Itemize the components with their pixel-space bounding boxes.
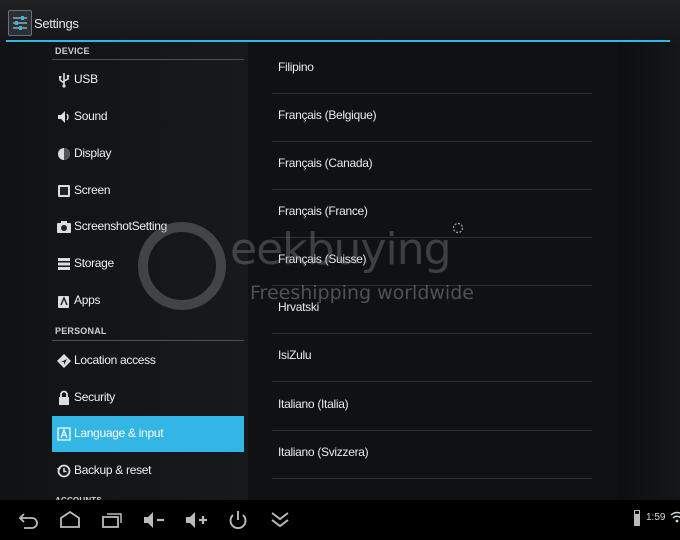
usb-icon [59,73,70,88]
language-item[interactable]: Italiano (Svizzera) [272,431,592,479]
language-item[interactable]: IsiZulu [272,334,592,382]
section-header-personal: PERSONAL [55,326,107,336]
wifi-icon [670,511,680,523]
collapse-button[interactable] [266,508,294,532]
back-icon [18,513,38,529]
sidebar-item-apps[interactable]: Apps [52,283,244,319]
sidebar-item-screen[interactable]: Screen [52,173,244,209]
sidebar-item-label: USB [74,72,98,86]
section-divider [52,340,244,341]
sidebar-item-label: Screen [74,183,111,197]
battery-icon [634,510,640,526]
power-button[interactable] [224,508,252,532]
language-label: Français (Canada) [278,156,373,170]
backup-icon [57,464,71,478]
volume-up-icon [186,512,207,528]
location-icon [57,354,71,368]
sidebar-item-usb[interactable]: USB [52,62,244,98]
language-label: Français (Belgique) [278,108,377,122]
sidebar-item-label: Display [74,146,112,160]
list-divider [272,381,592,382]
language-label: Français (Suisse) [278,252,367,266]
list-divider [272,478,592,479]
sidebar-item-language-input[interactable]: Language & input [52,416,244,452]
language-label: Filipino [278,60,314,74]
language-item[interactable]: Français (Belgique) [272,94,592,142]
page-title: Settings [34,16,79,31]
home-icon [60,510,80,528]
language-label: IsiZulu [278,348,312,362]
settings-app-icon[interactable] [8,10,32,36]
sidebar-item-label: Apps [74,293,101,307]
right-margin [618,42,680,500]
lock-icon [59,390,69,405]
sidebar-item-label: Sound [74,109,108,123]
android-settings-screen: Settings DEVICE USB Sound Display Screen… [0,0,680,540]
language-item[interactable]: Italiano (Italia) [272,383,592,431]
volume-down-button[interactable] [140,508,168,532]
storage-icon [58,258,70,270]
home-button[interactable] [56,508,84,532]
sidebar-item-label: Security [74,390,115,404]
loading-spinner-icon [452,222,464,234]
language-item[interactable]: Français (Canada) [272,142,592,190]
language-item[interactable]: Hrvatski [272,286,592,334]
volume-down-icon [144,512,164,528]
recents-button[interactable] [98,508,126,532]
section-header-device: DEVICE [55,46,90,56]
collapse-icon [271,512,289,528]
system-navigation-bar: 1:59 [0,500,680,540]
sidebar-item-sound[interactable]: Sound [52,99,244,135]
sidebar-item-label: Language & input [74,426,164,440]
keyboard-a-icon [57,427,71,441]
sidebar-item-security[interactable]: Security [52,380,244,416]
sidebar-item-display[interactable]: Display [52,136,244,172]
recents-icon [102,513,122,528]
language-label: Hrvatski [278,300,319,314]
volume-up-button[interactable] [182,508,210,532]
sidebar-item-label: Storage [74,256,114,270]
back-button[interactable] [14,508,42,532]
sidebar-item-label: Backup & reset [74,463,152,477]
sidebar-item-storage[interactable]: Storage [52,246,244,282]
section-divider [52,59,244,60]
sidebar-item-backup-reset[interactable]: Backup & reset [52,453,244,489]
language-label: Français (France) [278,204,368,218]
language-item[interactable]: Français (Suisse) [272,238,592,286]
power-icon [229,511,247,530]
speaker-icon [58,111,69,123]
action-bar: Settings [0,0,680,42]
brightness-icon [58,148,70,160]
apps-icon [58,296,69,308]
language-item[interactable]: Filipino [272,46,592,94]
language-label: Italiano (Svizzera) [278,445,369,459]
language-item[interactable]: Français (France) [272,190,592,238]
camera-icon [57,221,71,233]
sidebar-item-location-access[interactable]: Location access [52,343,244,379]
language-label: Italiano (Italia) [278,397,349,411]
sidebar-item-screenshotsetting[interactable]: ScreenshotSetting [52,209,244,245]
sidebar-item-label: Location access [74,353,156,367]
sidebar-item-label: ScreenshotSetting [74,219,167,233]
screen-icon [58,185,70,197]
clock: 1:59 [646,512,666,523]
